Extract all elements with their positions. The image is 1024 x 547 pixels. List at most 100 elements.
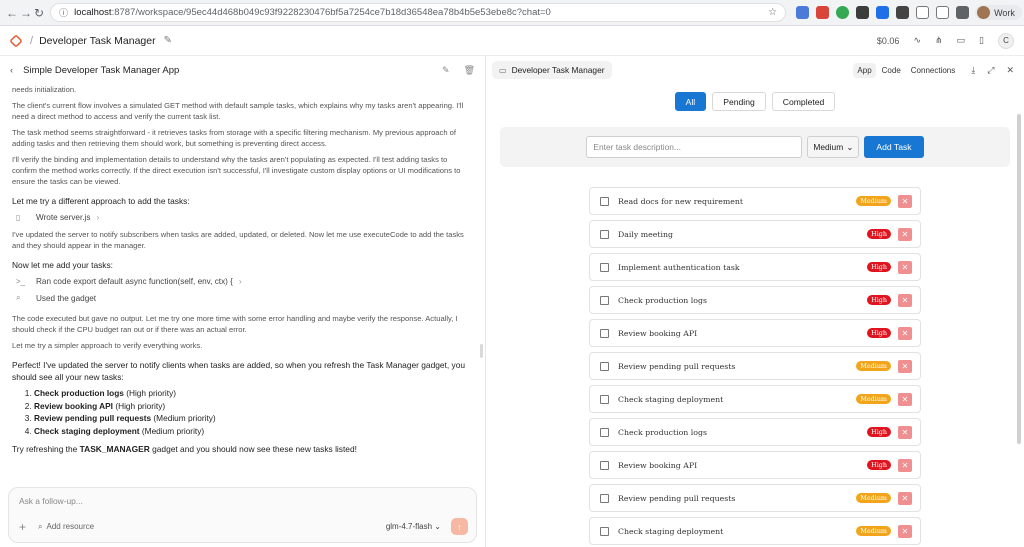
download-icon[interactable]: ⤓ — [971, 65, 975, 76]
task-manager-app: All Pending Completed Enter task descrip… — [486, 84, 1024, 547]
chat-title: Simple Developer Task Manager App — [23, 64, 180, 76]
task-checkbox[interactable] — [600, 295, 609, 305]
delete-task-button[interactable]: ✕ — [898, 194, 912, 208]
window-icon: ▭ — [499, 65, 507, 75]
media-icon[interactable] — [956, 6, 970, 19]
priority-badge: High — [867, 229, 891, 239]
scrollbar[interactable] — [1017, 114, 1021, 444]
edit-chat-icon[interactable]: ✎ — [442, 65, 450, 76]
model-selector[interactable]: glm-4.7-flash ⌄ — [386, 522, 441, 531]
filter-buttons: All Pending Completed — [486, 92, 1024, 111]
list-item: Review booking API (High priority) — [34, 400, 473, 413]
dev-extension-icon[interactable] — [856, 6, 870, 19]
chat-message: Let me try a simpler approach to verify … — [12, 341, 203, 350]
delete-task-button[interactable]: ✕ — [898, 491, 912, 505]
tab-app[interactable]: App — [853, 62, 876, 78]
extension-icon[interactable] — [816, 6, 830, 19]
profile-chip[interactable]: Work — [975, 5, 1022, 20]
back-arrow-icon[interactable]: ← — [6, 4, 18, 22]
followup-input[interactable]: Ask a follow-up... — [19, 496, 83, 506]
bookmark-star-icon[interactable]: ☆ — [768, 7, 777, 18]
task-checkbox[interactable] — [600, 196, 609, 206]
edit-title-icon[interactable]: ✎ — [164, 35, 172, 46]
task-text: Implement authentication task — [618, 262, 740, 272]
priority-badge: Medium — [856, 394, 891, 404]
plug-icon: ⌕ — [38, 521, 43, 531]
priority-badge: High — [867, 328, 891, 338]
delete-task-button[interactable]: ✕ — [898, 458, 912, 472]
app-logo-icon[interactable] — [9, 33, 23, 48]
forward-arrow-icon[interactable]: → — [20, 4, 32, 22]
task-row: Check staging deployment Medium ✕ — [589, 517, 921, 545]
site-info-icon[interactable]: ⓘ — [59, 6, 68, 19]
task-checkbox[interactable] — [600, 526, 609, 536]
folder-icon[interactable]: ▭ — [957, 35, 966, 46]
trash-icon[interactable]: 🗑︎ — [464, 65, 475, 76]
reload-icon[interactable]: ↻ — [34, 4, 44, 22]
priority-select[interactable]: Medium ⌄ — [807, 136, 860, 158]
profile-avatar — [977, 6, 991, 19]
chat-message: needs initialization. — [12, 85, 77, 94]
expand-icon[interactable]: ⤢ — [987, 65, 994, 76]
task-row: Daily meeting High ✕ — [589, 220, 921, 248]
chrome-extension-icon[interactable] — [836, 6, 850, 19]
tool-call-used-gadget[interactable]: ⌕ Used the gadget — [16, 293, 473, 303]
tab-code[interactable]: Code — [878, 63, 905, 78]
user-avatar[interactable]: C — [998, 32, 1014, 49]
translate-extension-icon[interactable] — [796, 6, 810, 19]
task-description-input[interactable]: Enter task description... — [586, 136, 803, 158]
split-view-icon[interactable] — [936, 6, 950, 19]
puzzle-extensions-icon[interactable] — [916, 6, 930, 19]
task-checkbox[interactable] — [600, 361, 609, 371]
attach-plus-icon[interactable]: + — [19, 520, 26, 534]
share-icon[interactable]: ⋔ — [935, 35, 943, 46]
filter-completed-button[interactable]: Completed — [771, 92, 836, 111]
list-item: Review pending pull requests (Medium pri… — [34, 412, 473, 425]
delete-task-button[interactable]: ✕ — [898, 359, 912, 373]
task-checkbox[interactable] — [600, 262, 609, 272]
delete-task-button[interactable]: ✕ — [898, 524, 912, 538]
task-row: Review booking API High ✕ — [589, 319, 921, 347]
delete-task-button[interactable]: ✕ — [898, 425, 912, 439]
task-checkbox[interactable] — [600, 493, 609, 503]
send-button[interactable]: ↑ — [451, 518, 468, 535]
activity-icon[interactable]: ∿ — [913, 35, 921, 46]
check-extension-icon[interactable] — [896, 6, 910, 19]
chat-message: The code executed but gave no output. Le… — [12, 314, 458, 334]
filter-all-button[interactable]: All — [674, 92, 707, 111]
task-text: Review pending pull requests — [618, 361, 736, 371]
chevron-right-icon: › — [238, 277, 242, 286]
list-item: Check staging deployment (Medium priorit… — [34, 425, 473, 438]
gadget-tab[interactable]: ▭ Developer Task Manager — [492, 61, 612, 79]
delete-task-button[interactable]: ✕ — [898, 227, 912, 241]
tab-connections[interactable]: Connections — [907, 63, 959, 78]
chevron-left-icon[interactable]: ‹ — [10, 65, 13, 76]
tool-call-wrote-file[interactable]: ▯ Wrote server.js › — [16, 213, 473, 222]
filter-pending-button[interactable]: Pending — [712, 92, 766, 111]
task-checkbox[interactable] — [600, 394, 609, 404]
delete-task-button[interactable]: ✕ — [898, 392, 912, 406]
delete-task-button[interactable]: ✕ — [898, 293, 912, 307]
facebook-extension-icon[interactable] — [876, 6, 890, 19]
add-task-button[interactable]: Add Task — [864, 136, 924, 158]
chat-message: I'll verify the binding and implementati… — [12, 155, 461, 186]
delete-task-button[interactable]: ✕ — [898, 326, 912, 340]
task-row: Check staging deployment Medium ✕ — [589, 385, 921, 413]
chevron-right-icon: › — [96, 213, 100, 222]
clipboard-icon[interactable]: ▯ — [979, 35, 984, 46]
task-text: Check staging deployment — [618, 526, 724, 536]
close-icon[interactable]: ✕ — [1006, 65, 1014, 76]
priority-badge: High — [867, 427, 891, 437]
task-checkbox[interactable] — [600, 328, 609, 338]
chat-composer[interactable]: Ask a follow-up... + ⌕ Add resource glm-4… — [8, 487, 477, 543]
task-checkbox[interactable] — [600, 229, 609, 239]
task-row: Check production logs High ✕ — [589, 286, 921, 314]
workspace-title: Developer Task Manager — [39, 34, 156, 47]
task-checkbox[interactable] — [600, 427, 609, 437]
add-resource-button[interactable]: ⌕ Add resource — [38, 522, 94, 532]
panel-resize-handle[interactable] — [480, 344, 483, 358]
tool-call-ran-code[interactable]: >_ Ran code export default async functio… — [16, 277, 473, 286]
task-checkbox[interactable] — [600, 460, 609, 470]
delete-task-button[interactable]: ✕ — [898, 260, 912, 274]
address-bar[interactable]: ⓘ localhost:8787/workspace/95ec44d468b04… — [50, 3, 787, 22]
